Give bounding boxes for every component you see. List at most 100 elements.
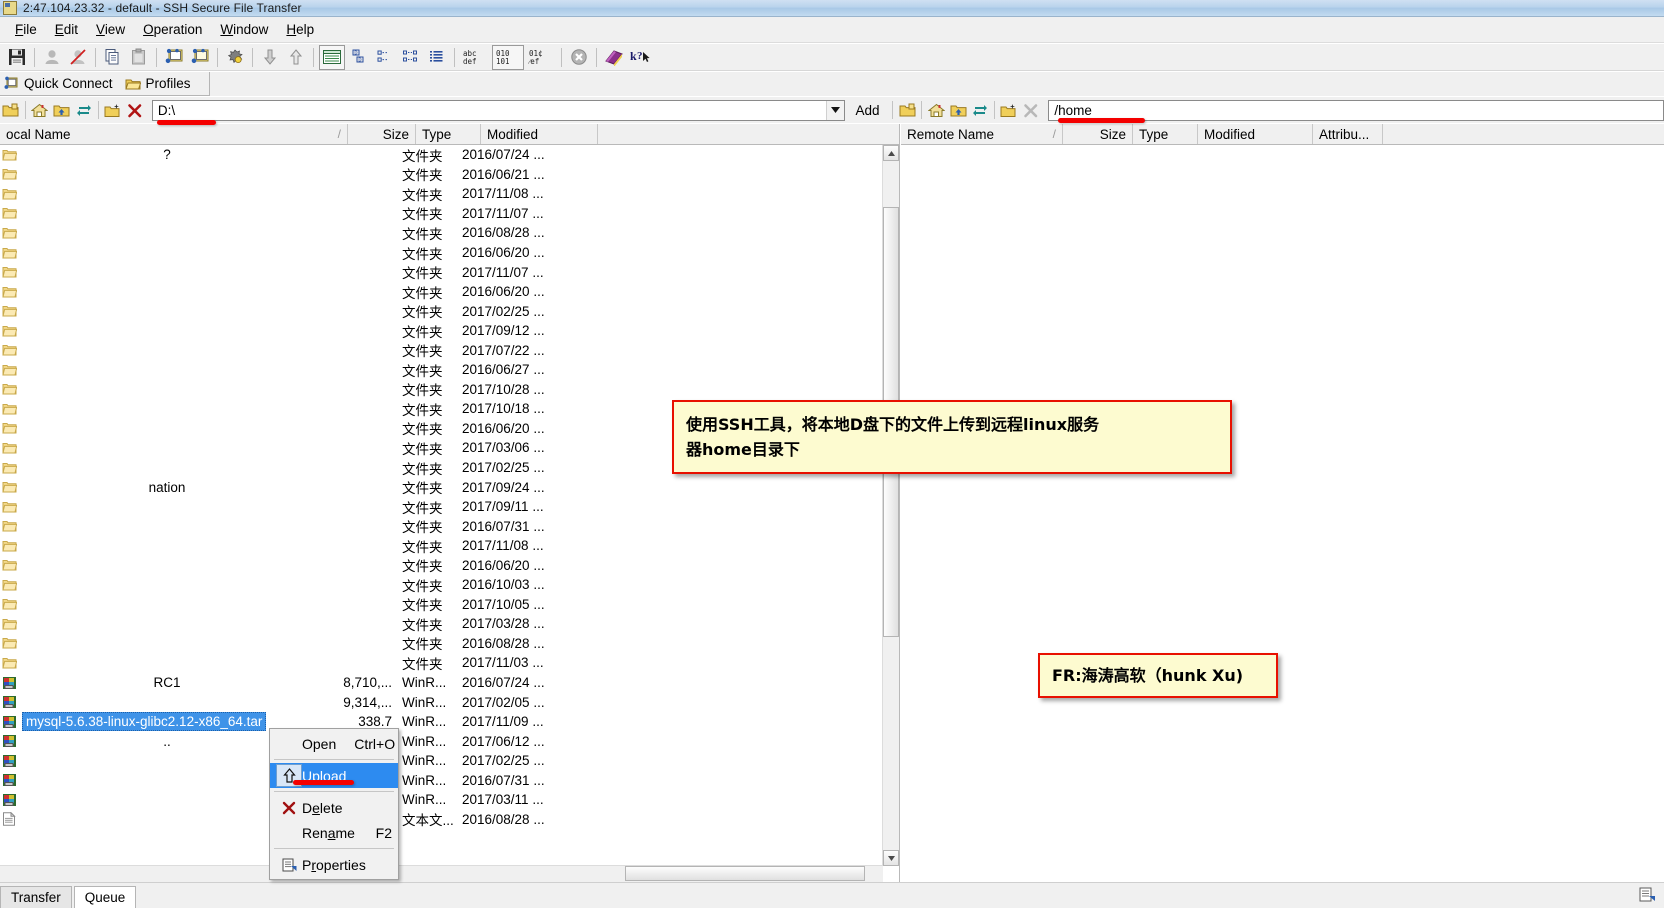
remote-home-folder-icon[interactable] — [925, 99, 947, 121]
remote-root-folder-icon[interactable] — [947, 99, 969, 121]
new-terminal-window-icon[interactable] — [188, 46, 212, 69]
context-menu-item-open[interactable]: Open Ctrl+O — [270, 731, 398, 756]
profiles-button[interactable]: Profiles — [121, 73, 199, 95]
table-row[interactable]: 文件夹 2017/11/08 ... — [0, 184, 899, 204]
local-root-folder-icon[interactable] — [51, 99, 73, 121]
binary-transfer-icon[interactable]: 010 101 — [492, 44, 524, 70]
context-menu-item-rename[interactable]: Rename F2 — [270, 820, 398, 845]
table-row[interactable]: 文件夹 2017/07/22 ... — [0, 340, 899, 360]
table-row[interactable]: 文件夹 2016/08/28 ... — [0, 634, 899, 654]
file-name-cell[interactable]: ? — [22, 147, 310, 162]
new-file-transfer-window-icon[interactable] — [162, 46, 186, 69]
table-row[interactable]: 文件夹 2017/11/03 ... — [0, 653, 899, 673]
local-file-list[interactable]: ? 文件夹 2016/07/24 ... 文件夹 2016/06/21 ... 文件夹 20… — [0, 145, 899, 866]
remote-col-size[interactable]: Size — [1063, 124, 1133, 144]
menu-file[interactable]: File — [6, 19, 46, 40]
table-row[interactable]: WinR... 2017/02/25 ... — [0, 751, 899, 771]
remote-refresh-icon[interactable] — [969, 99, 991, 121]
file-name-cell[interactable]: nation — [22, 480, 310, 495]
save-icon[interactable] — [5, 46, 29, 69]
local-new-folder-icon[interactable] — [102, 99, 124, 121]
remote-col-modified[interactable]: Modified — [1198, 124, 1313, 144]
table-row[interactable]: 9,314,... WinR... 2017/02/05 ... — [0, 692, 899, 712]
file-name-cell[interactable]: .. — [22, 734, 310, 749]
table-row[interactable]: 文件夹 2016/06/21 ... — [0, 165, 899, 185]
remote-delete-icon[interactable] — [1020, 99, 1042, 121]
menu-view[interactable]: View — [87, 19, 134, 40]
view-large-icons-icon[interactable]: D D — [347, 46, 371, 69]
context-menu-item-delete[interactable]: Delete — [270, 795, 398, 820]
menu-help[interactable]: Help — [277, 19, 323, 40]
tab-transfer[interactable]: Transfer — [0, 886, 72, 908]
remote-go-up-folder-icon[interactable] — [896, 99, 918, 121]
remote-file-list[interactable] — [901, 145, 1664, 882]
local-delete-icon[interactable] — [124, 99, 146, 121]
table-row[interactable]: 文件夹 2016/06/20 ... — [0, 555, 899, 575]
table-row[interactable]: 文件夹 2017/02/25 ... — [0, 301, 899, 321]
chevron-down-icon[interactable] — [826, 100, 845, 120]
file-context-menu[interactable]: Open Ctrl+O Upload Delete Rename F2 Properties — [269, 728, 399, 880]
local-col-size[interactable]: Size — [348, 124, 416, 144]
disconnect-icon[interactable] — [66, 46, 90, 69]
remote-path-input[interactable]: /home — [1049, 103, 1092, 118]
table-row[interactable]: 文件夹 2016/08/28 ... — [0, 223, 899, 243]
settings-icon[interactable] — [223, 46, 247, 69]
stop-icon[interactable] — [567, 46, 591, 69]
table-row[interactable]: 文本文... 2016/08/28 ... — [0, 810, 899, 830]
local-col-modified[interactable]: Modified — [481, 124, 598, 144]
context-help-icon[interactable]: k ? — [628, 46, 652, 69]
table-row[interactable]: 文件夹 2017/10/05 ... — [0, 595, 899, 615]
table-row[interactable]: 文件夹 2016/06/27 ... — [0, 360, 899, 380]
table-row[interactable]: 文件夹 2017/11/08 ... — [0, 536, 899, 556]
table-row[interactable]: nation 文件夹 2017/09/24 ... — [0, 477, 899, 497]
ascii-transfer-icon[interactable]: abc def — [460, 46, 490, 69]
view-small-icons-icon[interactable] — [373, 46, 397, 69]
local-path-input[interactable]: D:\ — [153, 103, 827, 118]
local-go-up-folder-icon[interactable] — [0, 99, 22, 121]
menu-edit[interactable]: Edit — [46, 19, 87, 40]
menu-window[interactable]: Window — [211, 19, 277, 40]
tab-queue[interactable]: Queue — [73, 886, 137, 908]
remote-new-folder-icon[interactable] — [998, 99, 1020, 121]
context-menu-item-properties[interactable]: Properties — [270, 852, 398, 877]
table-row[interactable]: 文件夹 2017/03/28 ... — [0, 614, 899, 634]
quick-connect-button[interactable]: Quick Connect — [0, 73, 121, 95]
table-row[interactable]: 文件夹 2016/06/20 ... — [0, 243, 899, 263]
view-details-icon[interactable] — [425, 46, 449, 69]
table-row[interactable]: WinR... 2017/03/11 ... — [0, 790, 899, 810]
local-home-folder-icon[interactable] — [29, 99, 51, 121]
local-refresh-icon[interactable] — [73, 99, 95, 121]
table-row[interactable]: WinR... 2016/07/31 ... — [0, 771, 899, 791]
table-row[interactable]: 文件夹 2017/11/07 ... — [0, 262, 899, 282]
auto-transfer-icon[interactable]: 01¢ ⁄ef — [526, 46, 556, 69]
local-col-type[interactable]: Type — [416, 124, 481, 144]
table-row[interactable]: 文件夹 2017/10/28 ... — [0, 380, 899, 400]
local-col-name[interactable]: ocal Name / — [0, 124, 348, 144]
table-row[interactable]: 文件夹 2016/06/20 ... — [0, 282, 899, 302]
menu-operation[interactable]: Operation — [134, 19, 211, 40]
table-row[interactable]: 文件夹 2016/10/03 ... — [0, 575, 899, 595]
upload-arrow-icon[interactable] — [284, 46, 308, 69]
table-row[interactable]: 文件夹 2017/09/11 ... — [0, 497, 899, 517]
local-hscroll-thumb[interactable] — [625, 866, 865, 881]
scroll-down-button[interactable] — [883, 850, 899, 866]
file-name-cell[interactable]: mysql-5.6.38-linux-glibc2.12-x86_64.tar — [22, 712, 310, 732]
table-row[interactable]: 文件夹 2017/09/12 ... — [0, 321, 899, 341]
table-row[interactable]: mysql-5.6.38-linux-glibc2.12-x86_64.tar 3… — [0, 712, 899, 732]
table-row[interactable]: RC1 8,710,... WinR... 2016/07/24 ... — [0, 673, 899, 693]
remote-col-name[interactable]: Remote Name / — [901, 124, 1063, 144]
file-name-cell[interactable]: RC1 — [22, 675, 310, 690]
scroll-up-button[interactable] — [883, 145, 899, 161]
table-row[interactable]: .. WinR... 2017/06/12 ... — [0, 731, 899, 751]
local-vertical-scrollbar[interactable] — [882, 145, 899, 866]
local-horizontal-scrollbar[interactable] — [0, 865, 883, 882]
help-book-icon[interactable] — [602, 46, 626, 69]
add-bookmark-button[interactable]: Add — [845, 103, 889, 118]
paste-icon[interactable] — [127, 46, 151, 69]
download-arrow-icon[interactable] — [258, 46, 282, 69]
view-list-icon[interactable] — [399, 46, 423, 69]
table-row[interactable]: ? 文件夹 2016/07/24 ... — [0, 145, 899, 165]
table-row[interactable]: 文件夹 2016/07/31 ... — [0, 516, 899, 536]
remote-col-type[interactable]: Type — [1133, 124, 1198, 144]
table-row[interactable]: 文件夹 2017/11/07 ... — [0, 204, 899, 224]
